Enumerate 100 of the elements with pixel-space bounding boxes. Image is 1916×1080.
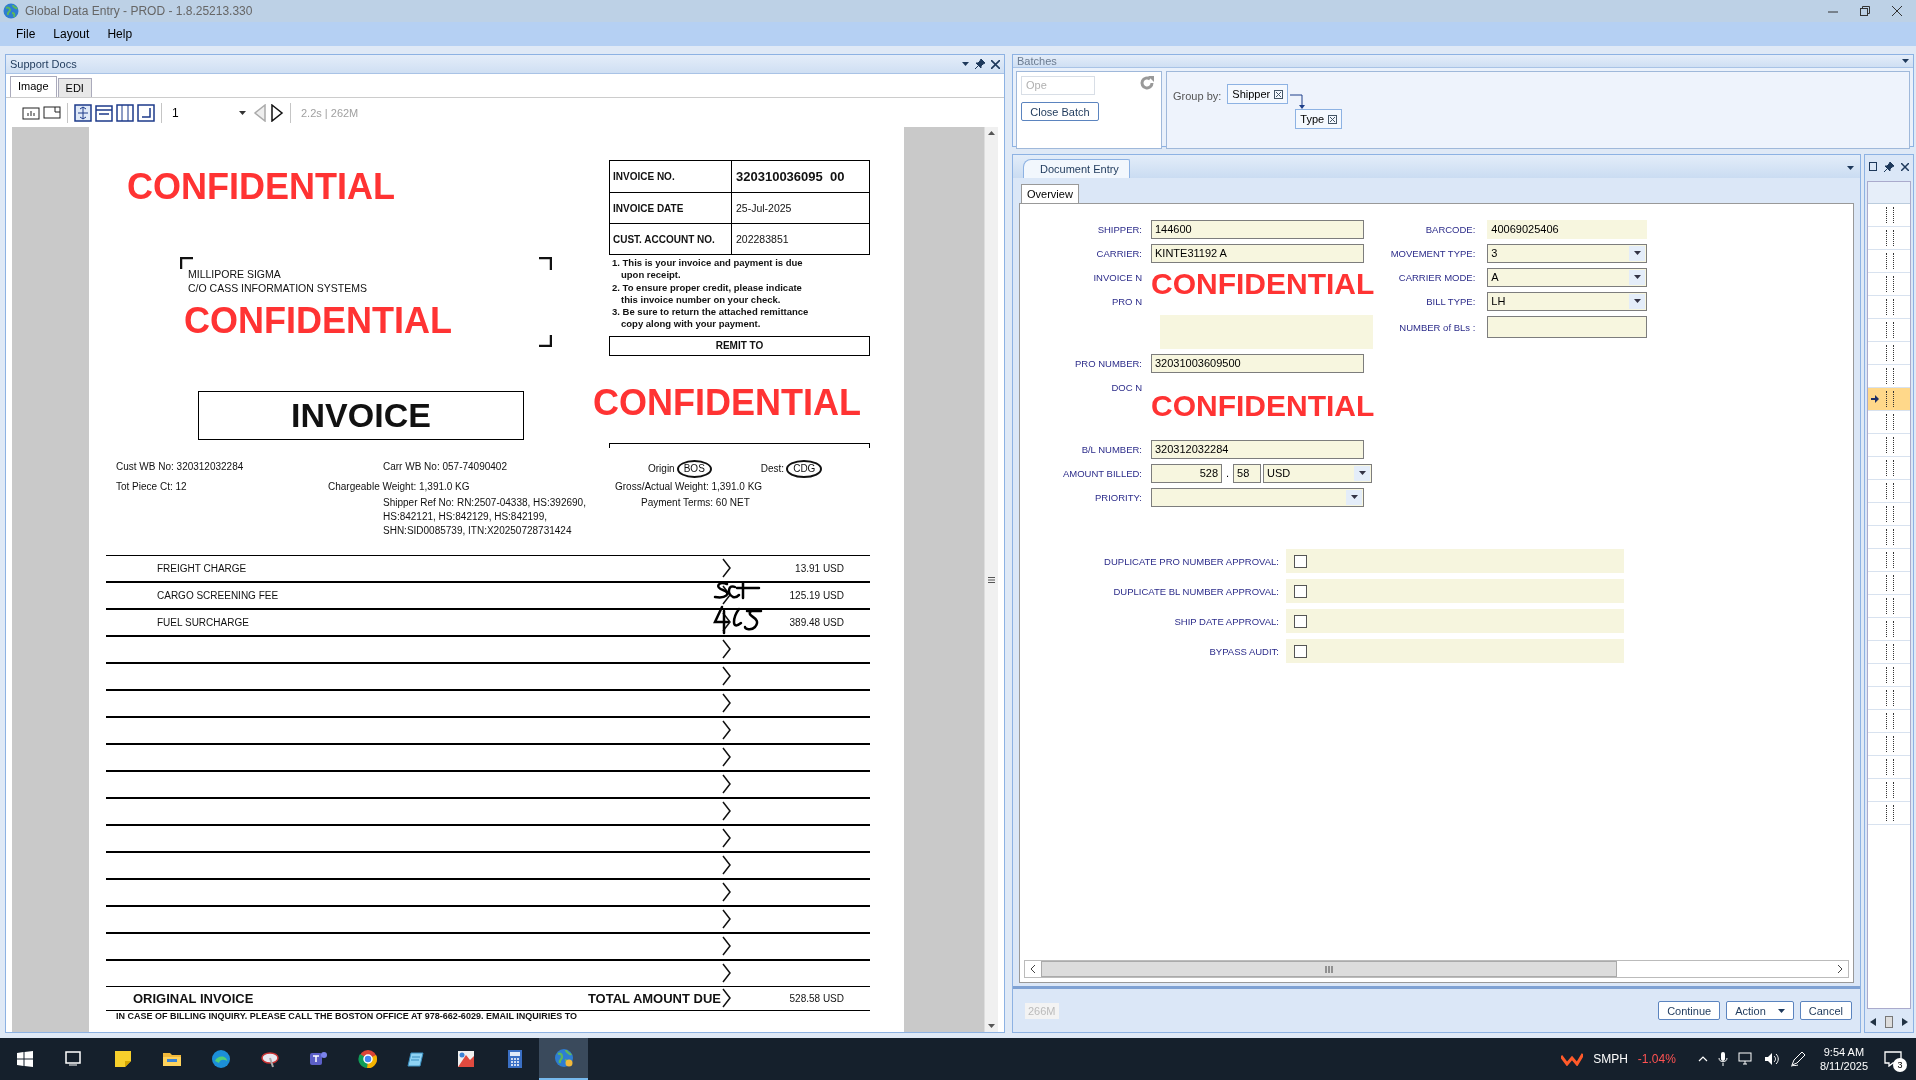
- field-label: PRIORITY:: [1094, 491, 1143, 503]
- dropdown-caret-icon[interactable]: [1847, 166, 1854, 170]
- actual-size-icon[interactable]: [137, 103, 155, 122]
- chevron-up-icon[interactable]: [1697, 1056, 1708, 1062]
- input-field[interactable]: 58: [1233, 463, 1262, 483]
- close-batch-button[interactable]: Close Batch: [1021, 102, 1099, 121]
- remove-icon[interactable]: [1274, 89, 1284, 99]
- input-field[interactable]: KINTE31192 A: [1151, 243, 1364, 263]
- pin-icon[interactable]: [1884, 161, 1894, 172]
- dropdown-caret-icon[interactable]: [1358, 471, 1366, 475]
- dropdown-field[interactable]: LH: [1487, 291, 1648, 311]
- dropdown-caret-icon[interactable]: [1350, 495, 1358, 499]
- fit-page-icon[interactable]: [74, 103, 92, 122]
- dialog-button[interactable]: Continue: [1658, 1001, 1721, 1020]
- table-cell-text: 320310036095 00: [735, 168, 846, 186]
- scroll-up-icon[interactable]: [988, 131, 995, 135]
- double-page-icon[interactable]: [43, 103, 61, 122]
- remove-icon[interactable]: [1328, 114, 1338, 124]
- microphone-icon[interactable]: [1717, 1052, 1728, 1066]
- globe-icon: [3, 3, 19, 19]
- field-label: PRO NUMBER:: [1073, 357, 1143, 369]
- close-icon[interactable]: [1901, 162, 1910, 171]
- input-field[interactable]: [1160, 315, 1373, 349]
- grid-row[interactable]: [1868, 388, 1910, 411]
- menu-item[interactable]: File: [8, 25, 44, 43]
- info-text: Origin: [648, 461, 675, 476]
- fit-width-icon[interactable]: [95, 103, 113, 122]
- panel-title: Support Docs: [10, 58, 78, 70]
- notification-button[interactable]: 3: [1878, 1044, 1908, 1074]
- dropdown-caret-icon[interactable]: [1633, 299, 1641, 303]
- horizontal-scrollbar[interactable]: [1024, 960, 1849, 978]
- charge-description: FREIGHT CHARGE: [156, 562, 248, 574]
- menu-item[interactable]: Layout: [45, 25, 98, 43]
- chevron-icon: [721, 719, 732, 742]
- tab[interactable]: Image: [10, 76, 57, 97]
- pin-icon[interactable]: [975, 59, 985, 69]
- clock[interactable]: 9:54 AM 8/11/2025: [1819, 1045, 1868, 1073]
- charge-amount: 125.19 USD: [788, 589, 845, 601]
- scroll-grip-icon[interactable]: [988, 576, 995, 583]
- chevron-icon: [721, 854, 732, 877]
- scroll-left-icon[interactable]: [1869, 1018, 1876, 1026]
- refresh-icon[interactable]: [1139, 75, 1155, 91]
- input-field[interactable]: 528: [1151, 463, 1222, 483]
- field-label: CARRIER:: [1095, 247, 1143, 259]
- windows-start-icon[interactable]: [16, 1051, 33, 1067]
- dropdown-field[interactable]: 3: [1487, 243, 1648, 263]
- menu-item[interactable]: Help: [99, 25, 141, 43]
- volume-icon[interactable]: [1763, 1052, 1780, 1066]
- checkbox[interactable]: [1294, 644, 1307, 658]
- tab[interactable]: EDI: [57, 78, 92, 97]
- vertical-scrollbar[interactable]: [984, 127, 998, 1032]
- close-icon[interactable]: [991, 59, 1000, 69]
- dropdown-caret-icon[interactable]: [239, 110, 246, 115]
- input-field[interactable]: 32031003609500: [1151, 353, 1364, 373]
- restore-icon[interactable]: [1860, 6, 1870, 16]
- dropdown-caret-icon[interactable]: [1633, 275, 1641, 279]
- chevron-icon: [721, 584, 732, 607]
- chevron-icon: [721, 638, 732, 661]
- dropdown-caret-icon[interactable]: [1777, 1008, 1785, 1013]
- next-page-icon[interactable]: [270, 103, 284, 122]
- checkbox[interactable]: [1294, 614, 1307, 628]
- scroll-down-icon[interactable]: [988, 1024, 995, 1028]
- dropdown-caret-icon[interactable]: [962, 62, 969, 66]
- tab[interactable]: Overview: [1021, 184, 1079, 203]
- pen-icon[interactable]: [1789, 1051, 1806, 1067]
- group-chip[interactable]: Shipper: [1227, 84, 1289, 104]
- dropdown-field[interactable]: USD: [1263, 463, 1373, 483]
- invoice-heading: INVOICE: [198, 391, 524, 440]
- network-icon[interactable]: [1737, 1052, 1754, 1066]
- stock-ticker: SMPH: [1593, 1052, 1628, 1066]
- stock-chart-icon[interactable]: [1561, 1052, 1584, 1066]
- dropdown-field[interactable]: A: [1487, 267, 1648, 287]
- scroll-right-icon[interactable]: [1902, 1018, 1909, 1026]
- dropdown-caret-icon[interactable]: [1902, 59, 1909, 63]
- close-icon[interactable]: [1892, 6, 1902, 16]
- fit-height-icon[interactable]: [116, 103, 134, 122]
- panel-tab[interactable]: Document Entry: [1023, 159, 1130, 178]
- checkbox[interactable]: [1294, 554, 1307, 568]
- original-invoice-label: ORIGINAL INVOICE: [132, 990, 255, 1006]
- field-label: NUMBER of BLs :: [1398, 321, 1477, 333]
- group-chip[interactable]: Type: [1295, 109, 1343, 129]
- charge-description: FUEL SURCHARGE: [156, 616, 250, 628]
- window-icon[interactable]: [1868, 162, 1877, 171]
- note-text: 3. Be sure to return the attached remittance copy along with your payment.: [612, 306, 809, 331]
- remit-to-box: REMIT TO: [609, 335, 870, 356]
- input-field[interactable]: [1487, 316, 1648, 338]
- window-title: Global Data Entry - PROD - 1.8.25213.330: [25, 4, 254, 18]
- paint-icon: [455, 1049, 476, 1069]
- input-field[interactable]: 144600: [1151, 219, 1364, 239]
- scroll-grip-icon[interactable]: [1325, 965, 1334, 973]
- dropdown-caret-icon[interactable]: [1633, 251, 1641, 255]
- checkbox[interactable]: [1294, 584, 1307, 598]
- scroll-thumb-icon[interactable]: [1885, 1016, 1893, 1028]
- field-label: DOC N: [1110, 381, 1143, 393]
- field-label: MOVEMENT TYPE:: [1389, 247, 1477, 259]
- dropdown-field[interactable]: [1151, 487, 1364, 507]
- dialog-button[interactable]: Cancel: [1799, 1001, 1852, 1020]
- input-field[interactable]: 320312032284: [1151, 439, 1364, 459]
- action-button[interactable]: Action: [1726, 1001, 1794, 1020]
- field-label: AMOUNT BILLED:: [1062, 467, 1143, 479]
